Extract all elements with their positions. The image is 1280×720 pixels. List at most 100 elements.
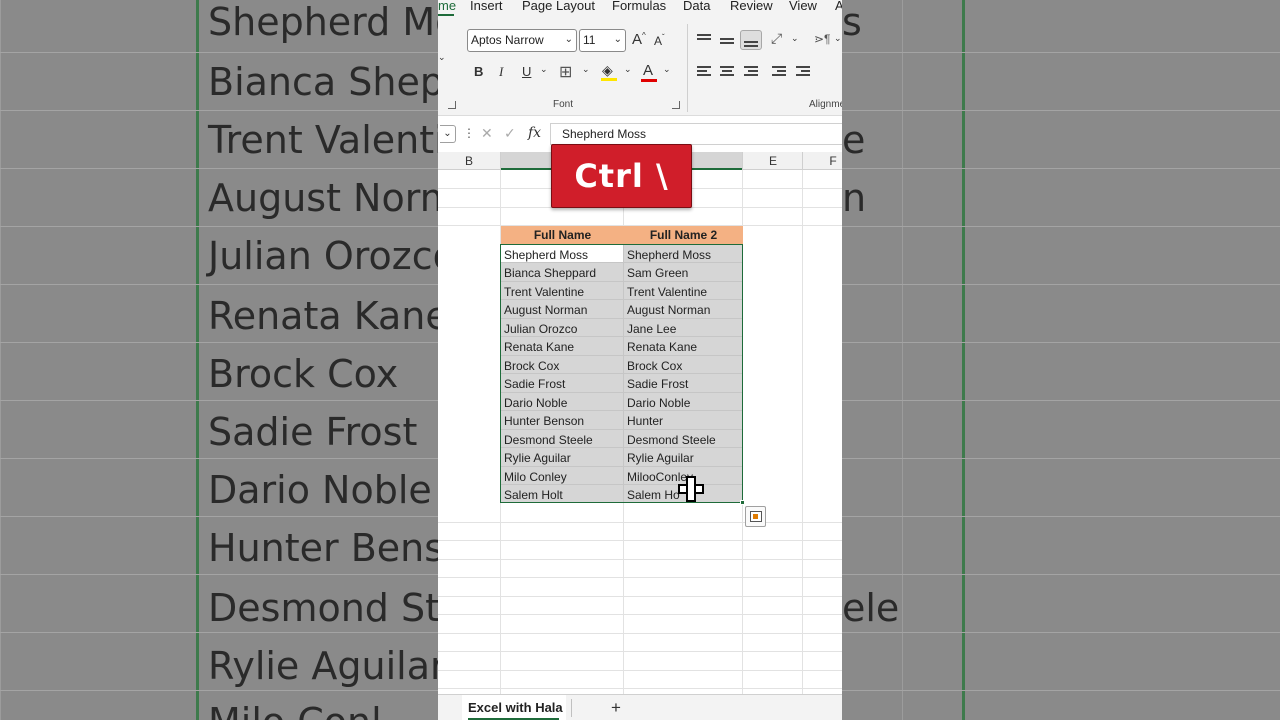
sheet-tabs-bar: Excel with Hala + xyxy=(438,694,842,720)
tab-data[interactable]: Data xyxy=(683,0,710,13)
tab-home[interactable]: me xyxy=(438,0,456,13)
table-cell[interactable]: Dario Noble xyxy=(627,393,690,411)
cross-cursor-icon xyxy=(678,476,704,502)
table-cell[interactable]: Hunter xyxy=(627,411,663,429)
bg-name: Hunter Benso xyxy=(208,526,438,570)
table-cell[interactable]: Shepherd Moss xyxy=(627,245,711,263)
table-cell[interactable]: Brock Cox xyxy=(627,356,682,374)
borders-icon[interactable]: ⊞ xyxy=(559,62,572,82)
table-cell[interactable]: Renata Kane xyxy=(627,337,697,355)
formula-input[interactable]: Shepherd Moss xyxy=(550,123,842,145)
add-sheet-button[interactable]: + xyxy=(611,698,621,718)
quick-analysis-icon[interactable] xyxy=(745,506,766,527)
bg-name: Sadie Frost xyxy=(208,410,418,454)
table-cell[interactable]: Salem Ho xyxy=(627,485,680,503)
tab-insert[interactable]: Insert xyxy=(470,0,503,13)
tab-formulas[interactable]: Formulas xyxy=(612,0,666,13)
font-color-icon[interactable]: A xyxy=(641,62,657,82)
table-cell[interactable]: Sadie Frost xyxy=(504,374,565,392)
font-color-letter: A xyxy=(643,62,654,79)
bg-name: Julian Orozco xyxy=(208,234,438,278)
table-cell[interactable]: Salem Holt xyxy=(504,485,563,503)
table-cell[interactable]: Sam Green xyxy=(627,263,688,281)
table-header-full-name-2[interactable]: Full Name 2 xyxy=(624,226,743,244)
align-left-icon[interactable] xyxy=(693,61,715,81)
align-center-icon[interactable] xyxy=(716,61,738,81)
font-dialog-launcher-icon[interactable] xyxy=(672,101,680,109)
bg-name: Trent Valentir xyxy=(208,118,438,162)
font-name-select[interactable]: Aptos Narrow ⌄ xyxy=(467,29,577,52)
enter-icon[interactable]: ✓ xyxy=(504,125,516,142)
table-cell[interactable]: Bianca Sheppard xyxy=(504,263,596,281)
table-cell[interactable]: Trent Valentine xyxy=(504,282,584,300)
table-cell[interactable]: Hunter Benson xyxy=(504,411,584,429)
bg-name: Rylie Aguilar xyxy=(208,644,438,688)
table-cell[interactable]: Desmond Steele xyxy=(504,430,593,448)
name-box-dropdown[interactable]: ⌄ xyxy=(440,125,456,143)
align-top-icon[interactable] xyxy=(693,30,715,50)
bg-name: Milo Conl xyxy=(208,700,382,720)
underline-button[interactable]: U xyxy=(522,64,531,79)
tab-view[interactable]: View xyxy=(789,0,817,13)
insert-function-icon[interactable]: fx xyxy=(528,125,541,141)
table-cell[interactable]: Brock Cox xyxy=(504,356,559,374)
cancel-icon[interactable]: ✕ xyxy=(481,125,493,142)
table-cell[interactable]: Renata Kane xyxy=(504,337,574,355)
sheet-tab-active[interactable]: Excel with Hala xyxy=(462,695,566,720)
tab-page-layout[interactable]: Page Layout xyxy=(522,0,595,13)
table-cell[interactable]: Shepherd Moss xyxy=(504,245,588,263)
align-bottom-icon[interactable] xyxy=(740,30,762,50)
table-header-full-name[interactable]: Full Name xyxy=(501,226,624,244)
chevron-down-icon[interactable]: ⌄ xyxy=(663,64,671,75)
font-size-select[interactable]: 11 ⌄ xyxy=(579,29,626,52)
chevron-down-icon[interactable]: ⌄ xyxy=(791,33,799,44)
table-cell[interactable]: Trent Valentine xyxy=(627,282,707,300)
column-header-b[interactable]: B xyxy=(438,152,500,170)
tab-review[interactable]: Review xyxy=(730,0,773,13)
italic-button[interactable]: I xyxy=(499,64,503,80)
chevron-down-icon[interactable]: ⌄ xyxy=(624,64,632,75)
align-right-icon[interactable] xyxy=(740,61,762,81)
ribbon-tabs: me Insert Page Layout Formulas Data Revi… xyxy=(438,0,842,16)
align-middle-icon[interactable] xyxy=(716,30,738,50)
chevron-down-icon[interactable]: ⌄ xyxy=(438,52,446,63)
table-cell[interactable]: Jane Lee xyxy=(627,319,676,337)
decrease-indent-icon[interactable] xyxy=(768,61,790,81)
table-cell[interactable]: Sadie Frost xyxy=(627,374,688,392)
bg-fragment: ele xyxy=(842,586,900,630)
bg-name: Renata Kane xyxy=(208,294,438,338)
ribbon: ⌄ Aptos Narrow ⌄ 11 ⌄ A^ Aˇ B I U ⌄ ⊞ ⌄ … xyxy=(438,16,842,116)
background-right-panel: s e n ele xyxy=(842,0,1280,720)
orientation-icon[interactable]: ⤢ xyxy=(771,30,782,47)
table-cell[interactable]: Milo Conley xyxy=(504,467,567,485)
chevron-down-icon[interactable]: ⌄ xyxy=(540,64,548,75)
grow-font-icon: A xyxy=(632,31,643,48)
table-cell[interactable]: Julian Orozco xyxy=(504,319,577,337)
fill-color-icon[interactable]: ◈ xyxy=(601,62,617,81)
grow-font-button[interactable]: A^ xyxy=(632,31,646,48)
chevron-down-icon[interactable]: ⌄ xyxy=(582,64,590,75)
increase-indent-icon[interactable] xyxy=(792,61,814,81)
keyboard-shortcut-badge: Ctrl \ xyxy=(551,144,692,208)
dialog-launcher-icon[interactable] xyxy=(448,101,456,109)
table-cell[interactable]: Desmond Steele xyxy=(627,430,716,448)
bg-fragment: s xyxy=(842,0,862,44)
fill-handle[interactable] xyxy=(740,500,745,505)
table-cell[interactable]: August Norman xyxy=(627,300,710,318)
bg-fragment: e xyxy=(842,118,866,162)
more-options-icon[interactable]: ⋮ xyxy=(463,126,475,140)
bg-name: Brock Cox xyxy=(208,352,399,396)
table-cell[interactable]: Rylie Aguilar xyxy=(627,448,694,466)
paragraph-direction-icon[interactable]: ⋗¶ xyxy=(814,32,831,46)
tab-automate[interactable]: A xyxy=(835,0,842,13)
shrink-font-button[interactable]: Aˇ xyxy=(654,33,665,48)
font-group-label: Font xyxy=(553,99,574,110)
chevron-down-icon[interactable]: ⌄ xyxy=(834,33,842,44)
background-left-panel: Shepherd Mos Bianca Shepp Trent Valentir… xyxy=(0,0,438,720)
column-header-f[interactable]: F xyxy=(803,152,842,170)
table-cell[interactable]: August Norman xyxy=(504,300,587,318)
table-cell[interactable]: Rylie Aguilar xyxy=(504,448,571,466)
table-cell[interactable]: Dario Noble xyxy=(504,393,567,411)
bold-button[interactable]: B xyxy=(474,64,483,79)
column-header-e[interactable]: E xyxy=(743,152,803,170)
